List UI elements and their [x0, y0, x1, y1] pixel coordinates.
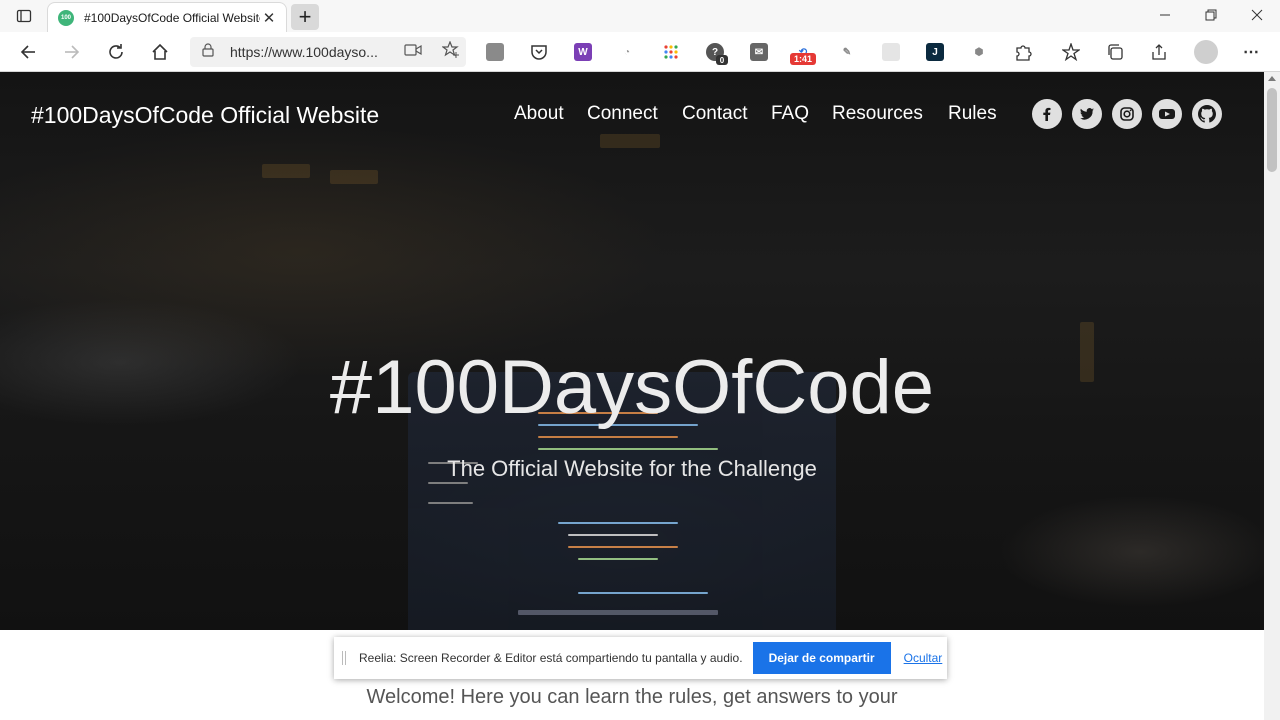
nav-contact[interactable]: Contact — [682, 103, 747, 125]
page-viewport: #100DaysOfCode Official Website About Co… — [0, 72, 1264, 720]
github-icon[interactable] — [1192, 99, 1222, 129]
background-light — [330, 170, 378, 184]
clock-extension-badge: 1:41 — [790, 53, 816, 65]
collections-icon[interactable] — [1106, 43, 1124, 61]
site-title[interactable]: #100DaysOfCode Official Website — [31, 102, 379, 129]
welcome-text: Welcome! Here you can learn the rules, g… — [366, 686, 898, 708]
pocket-icon[interactable] — [530, 43, 548, 61]
share-message: Reelia: Screen Recorder & Editor está co… — [359, 651, 743, 665]
youtube-icon[interactable] — [1152, 99, 1182, 129]
minimize-icon[interactable] — [1142, 0, 1188, 30]
blank-extension-icon[interactable] — [882, 43, 900, 61]
favorites-icon[interactable] — [1062, 43, 1080, 61]
background-light — [262, 164, 310, 178]
bird-extension-icon[interactable]: ◔ — [618, 43, 636, 61]
tab-favicon: 100 — [58, 9, 74, 26]
hero-subtitle: The Official Website for the Challenge — [447, 456, 817, 481]
instagram-icon[interactable] — [1112, 99, 1142, 129]
refresh-icon[interactable] — [102, 38, 130, 66]
address-bar[interactable]: https://www.100dayso... — [190, 37, 466, 67]
profile-avatar-icon[interactable] — [1194, 40, 1218, 64]
background-light — [600, 134, 660, 148]
browser-toolbar: https://www.100dayso... W ◔ ? 0 ✉ ⟲ 1:41… — [0, 32, 1280, 72]
more-menu-icon[interactable]: ⋯ — [1242, 43, 1260, 61]
extension-badge-count: 0 — [716, 55, 728, 65]
tab-strip: 100 #100DaysOfCode Official Website ✕ + — [0, 0, 1280, 32]
collections-extension-icon[interactable] — [486, 43, 504, 61]
restore-icon[interactable] — [1188, 0, 1234, 30]
twitter-icon[interactable] — [1072, 99, 1102, 129]
office-extension-icon[interactable]: ⬢ — [970, 43, 988, 61]
forward-icon[interactable] — [58, 38, 86, 66]
mail-extension-icon[interactable]: ✉ — [750, 43, 768, 61]
active-tab[interactable]: 100 #100DaysOfCode Official Website ✕ — [47, 2, 287, 32]
nav-resources[interactable]: Resources — [832, 103, 923, 125]
hero-title: #100DaysOfCode — [329, 345, 935, 430]
lock-icon — [202, 42, 214, 62]
nav-rules[interactable]: Rules — [948, 103, 997, 125]
extensions-puzzle-icon[interactable] — [1014, 43, 1032, 61]
camera-icon[interactable] — [404, 43, 422, 62]
screen-share-notification: Reelia: Screen Recorder & Editor está co… — [334, 637, 947, 679]
tab-close-icon[interactable]: ✕ — [260, 9, 278, 27]
hide-notification-link[interactable]: Ocultar — [904, 651, 943, 665]
stop-sharing-button[interactable]: Dejar de compartir — [752, 642, 891, 674]
tab-title: #100DaysOfCode Official Website — [84, 10, 260, 25]
new-tab-button[interactable]: + — [291, 4, 319, 30]
nav-about[interactable]: About — [514, 103, 564, 125]
nav-connect[interactable]: Connect — [587, 103, 658, 125]
word-extension-icon[interactable]: W — [574, 43, 592, 61]
j-extension-icon[interactable]: J — [926, 43, 944, 61]
scroll-up-arrow-icon[interactable] — [1268, 76, 1276, 81]
url-text: https://www.100dayso... — [230, 44, 378, 60]
pen-extension-icon[interactable]: ✎ — [838, 43, 856, 61]
back-icon[interactable] — [14, 38, 42, 66]
close-window-icon[interactable] — [1234, 0, 1280, 30]
page-scrollbar[interactable] — [1264, 72, 1280, 720]
facebook-icon[interactable] — [1032, 99, 1062, 129]
hero-section: #100DaysOfCode Official Website About Co… — [0, 72, 1264, 630]
drag-handle-icon[interactable] — [342, 651, 346, 665]
share-icon[interactable] — [1150, 43, 1168, 61]
nav-faq[interactable]: FAQ — [771, 103, 809, 125]
home-icon[interactable] — [146, 38, 174, 66]
scroll-thumb[interactable] — [1267, 88, 1277, 172]
apps-grid-icon[interactable] — [662, 43, 680, 61]
add-favorite-icon[interactable] — [441, 39, 460, 64]
tab-actions-icon[interactable] — [10, 6, 38, 26]
